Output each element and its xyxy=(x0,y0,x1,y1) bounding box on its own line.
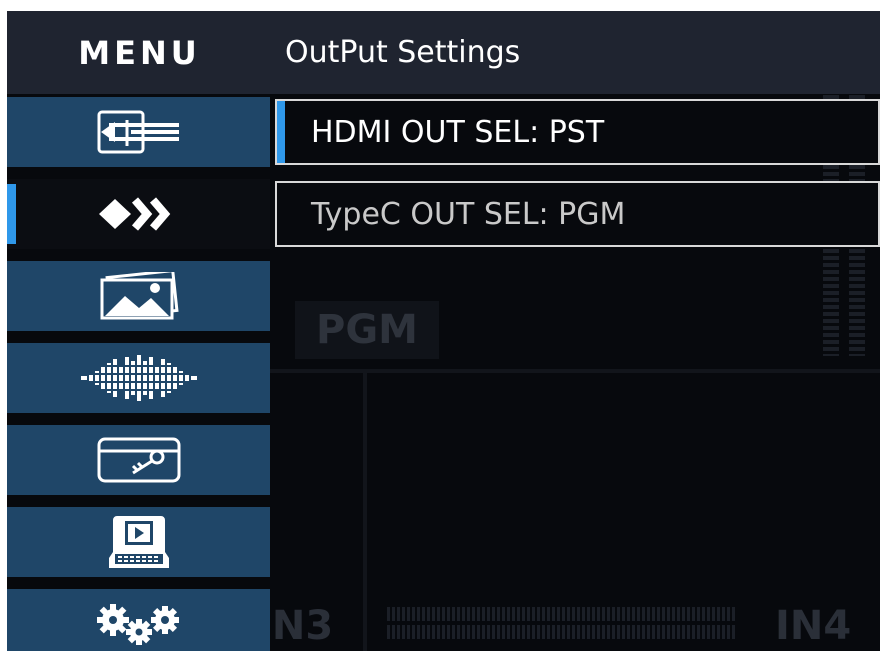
output-settings-panel: HDMI OUT SEL: PST TypeC OUT SEL: PGM xyxy=(275,97,880,651)
output-arrows-icon xyxy=(97,194,181,234)
typec-out-select-label: TypeC OUT SEL: PGM xyxy=(311,196,626,232)
input-select-icon xyxy=(97,110,181,154)
hdmi-out-select-label: HDMI OUT SEL: PST xyxy=(311,114,605,150)
image-icon xyxy=(99,272,179,320)
header-bar: MENU OutPut Settings xyxy=(7,11,880,94)
hdmi-out-select-option[interactable]: HDMI OUT SEL: PST xyxy=(275,99,880,165)
sidebar-item-key[interactable] xyxy=(7,425,270,495)
sidebar-item-image[interactable] xyxy=(7,261,270,331)
sidebar xyxy=(7,97,270,651)
sidebar-item-input[interactable] xyxy=(7,97,270,167)
sidebar-item-output[interactable] xyxy=(7,179,270,249)
gears-icon xyxy=(96,602,181,646)
active-indicator xyxy=(7,184,16,244)
device-screen: PGM IN3 IN4 MENU OutPut Settings HDMI OU… xyxy=(7,11,880,651)
sidebar-item-settings[interactable] xyxy=(7,589,270,651)
selection-indicator xyxy=(277,101,285,163)
typec-out-select-option[interactable]: TypeC OUT SEL: PGM xyxy=(275,181,880,247)
key-card-icon xyxy=(97,437,181,483)
record-device-icon xyxy=(108,512,169,572)
menu-title: MENU xyxy=(78,33,201,72)
sidebar-item-audio[interactable] xyxy=(7,343,270,413)
sidebar-item-record[interactable] xyxy=(7,507,270,577)
audio-wave-icon xyxy=(78,353,199,403)
page-title: OutPut Settings xyxy=(285,35,521,70)
